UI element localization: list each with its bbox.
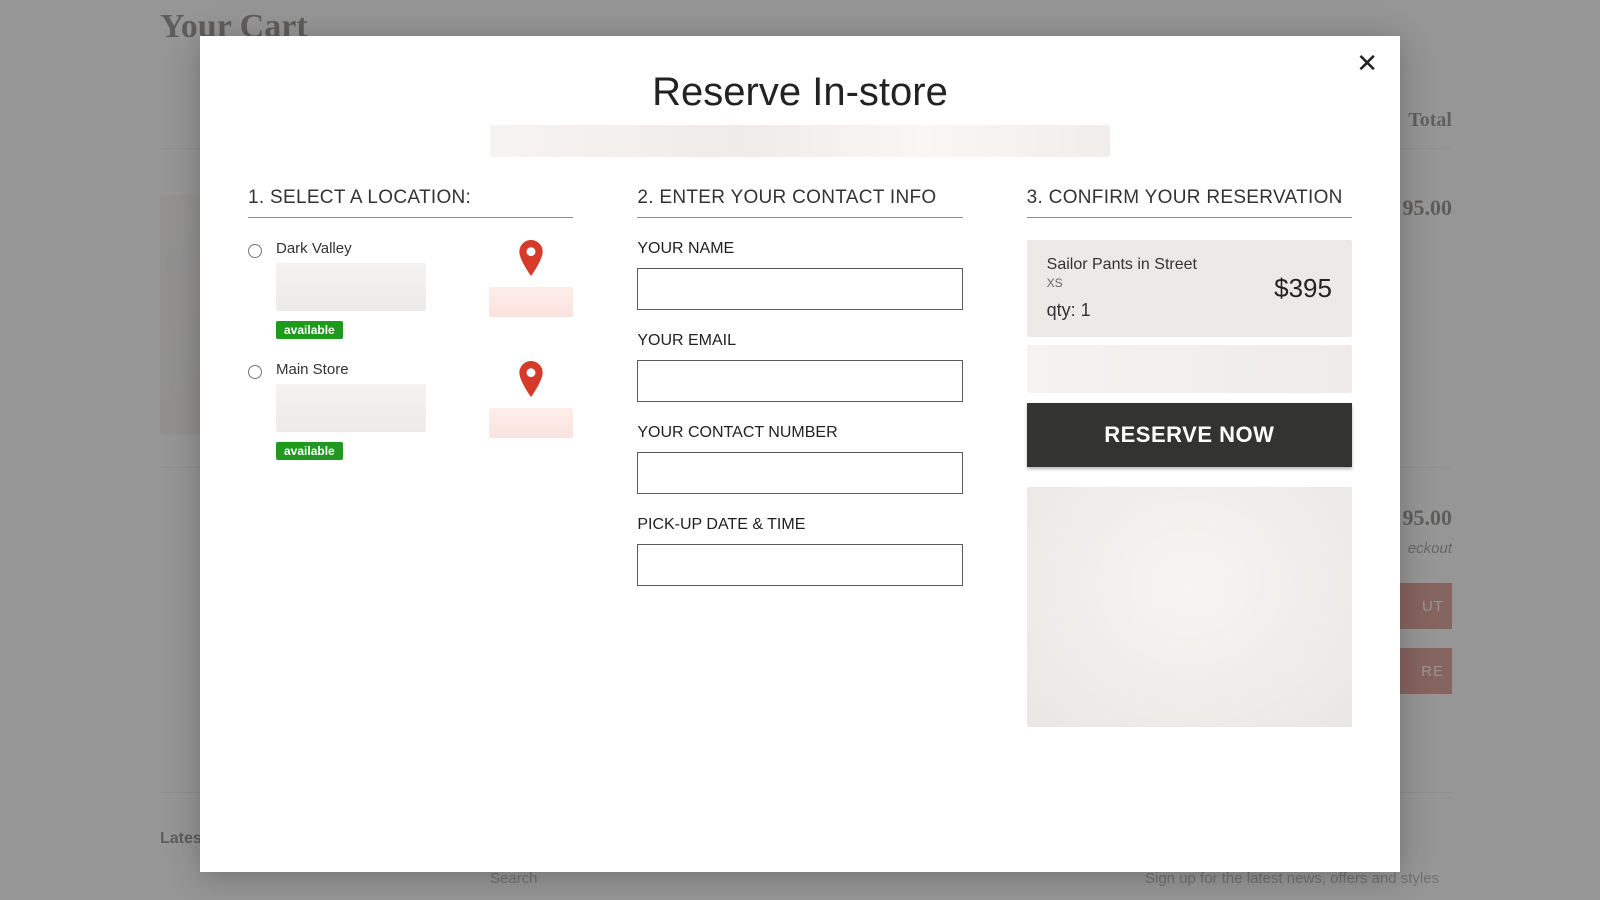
map-pin-icon	[518, 384, 544, 401]
availability-badge: available	[276, 321, 343, 339]
location-radio[interactable]	[248, 365, 262, 379]
location-map-thumb[interactable]	[489, 408, 573, 438]
summary-footer-placeholder	[1027, 487, 1352, 727]
location-option[interactable]: Main Store available	[248, 361, 573, 460]
summary-qty: qty: 1	[1047, 300, 1197, 321]
name-input[interactable]	[637, 268, 962, 310]
reserve-modal: ✕ Reserve In-store 1. SELECT A LOCATION:…	[200, 36, 1400, 872]
location-name: Main Store	[276, 361, 475, 378]
modal-banner-placeholder	[490, 125, 1110, 157]
modal-title: Reserve In-store	[248, 70, 1352, 115]
location-option[interactable]: Dark Valley available	[248, 240, 573, 339]
map-pin-icon	[518, 263, 544, 280]
phone-input[interactable]	[637, 452, 962, 494]
reservation-summary: Sailor Pants in Street XS qty: 1 $395	[1027, 240, 1352, 337]
summary-size: XS	[1047, 276, 1197, 290]
summary-price: $395	[1274, 273, 1332, 304]
confirm-heading: 3. CONFIRM YOUR RESERVATION	[1027, 187, 1352, 218]
summary-spacer	[1027, 345, 1352, 393]
name-label: YOUR NAME	[637, 240, 962, 258]
email-input[interactable]	[637, 360, 962, 402]
reserve-now-button[interactable]: RESERVE NOW	[1027, 403, 1352, 467]
confirm-column: 3. CONFIRM YOUR RESERVATION Sailor Pants…	[1027, 187, 1352, 727]
summary-product-name: Sailor Pants in Street	[1047, 256, 1197, 274]
select-location-heading: 1. SELECT A LOCATION:	[248, 187, 573, 218]
pickup-input[interactable]	[637, 544, 962, 586]
select-location-column: 1. SELECT A LOCATION: Dark Valley availa…	[248, 187, 573, 727]
location-address-placeholder	[276, 263, 426, 311]
location-address-placeholder	[276, 384, 426, 432]
location-name: Dark Valley	[276, 240, 475, 257]
location-radio[interactable]	[248, 244, 262, 258]
contact-info-column: 2. ENTER YOUR CONTACT INFO YOUR NAME YOU…	[637, 187, 962, 727]
contact-info-heading: 2. ENTER YOUR CONTACT INFO	[637, 187, 962, 218]
phone-label: YOUR CONTACT NUMBER	[637, 424, 962, 442]
email-label: YOUR EMAIL	[637, 332, 962, 350]
pickup-label: PICK-UP DATE & TIME	[637, 516, 962, 534]
close-icon[interactable]: ✕	[1356, 50, 1378, 76]
availability-badge: available	[276, 442, 343, 460]
location-map-thumb[interactable]	[489, 287, 573, 317]
